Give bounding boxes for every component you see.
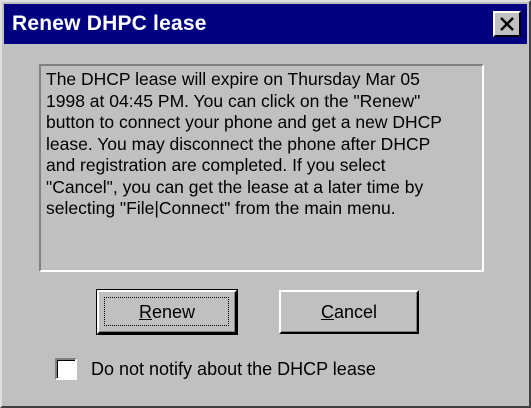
cancel-button-label: Cancel (320, 301, 378, 322)
do-not-notify-label[interactable]: Do not notify about the DHCP lease (91, 358, 376, 380)
message-panel: The DHCP lease will expire on Thursday M… (39, 64, 484, 272)
lease-message: The DHCP lease will expire on Thursday M… (46, 69, 442, 218)
focus-rectangle (104, 297, 229, 326)
cancel-button[interactable]: Cancel (279, 290, 419, 334)
renew-button[interactable]: Renew (96, 289, 238, 335)
title-bar[interactable]: Renew DHPC lease (4, 4, 527, 44)
window-title: Renew DHPC lease (12, 12, 207, 35)
do-not-notify-checkbox[interactable] (55, 358, 77, 380)
close-icon (500, 17, 514, 31)
renew-lease-dialog: Renew DHPC lease The DHCP lease will exp… (0, 0, 531, 408)
close-button[interactable] (493, 11, 521, 37)
